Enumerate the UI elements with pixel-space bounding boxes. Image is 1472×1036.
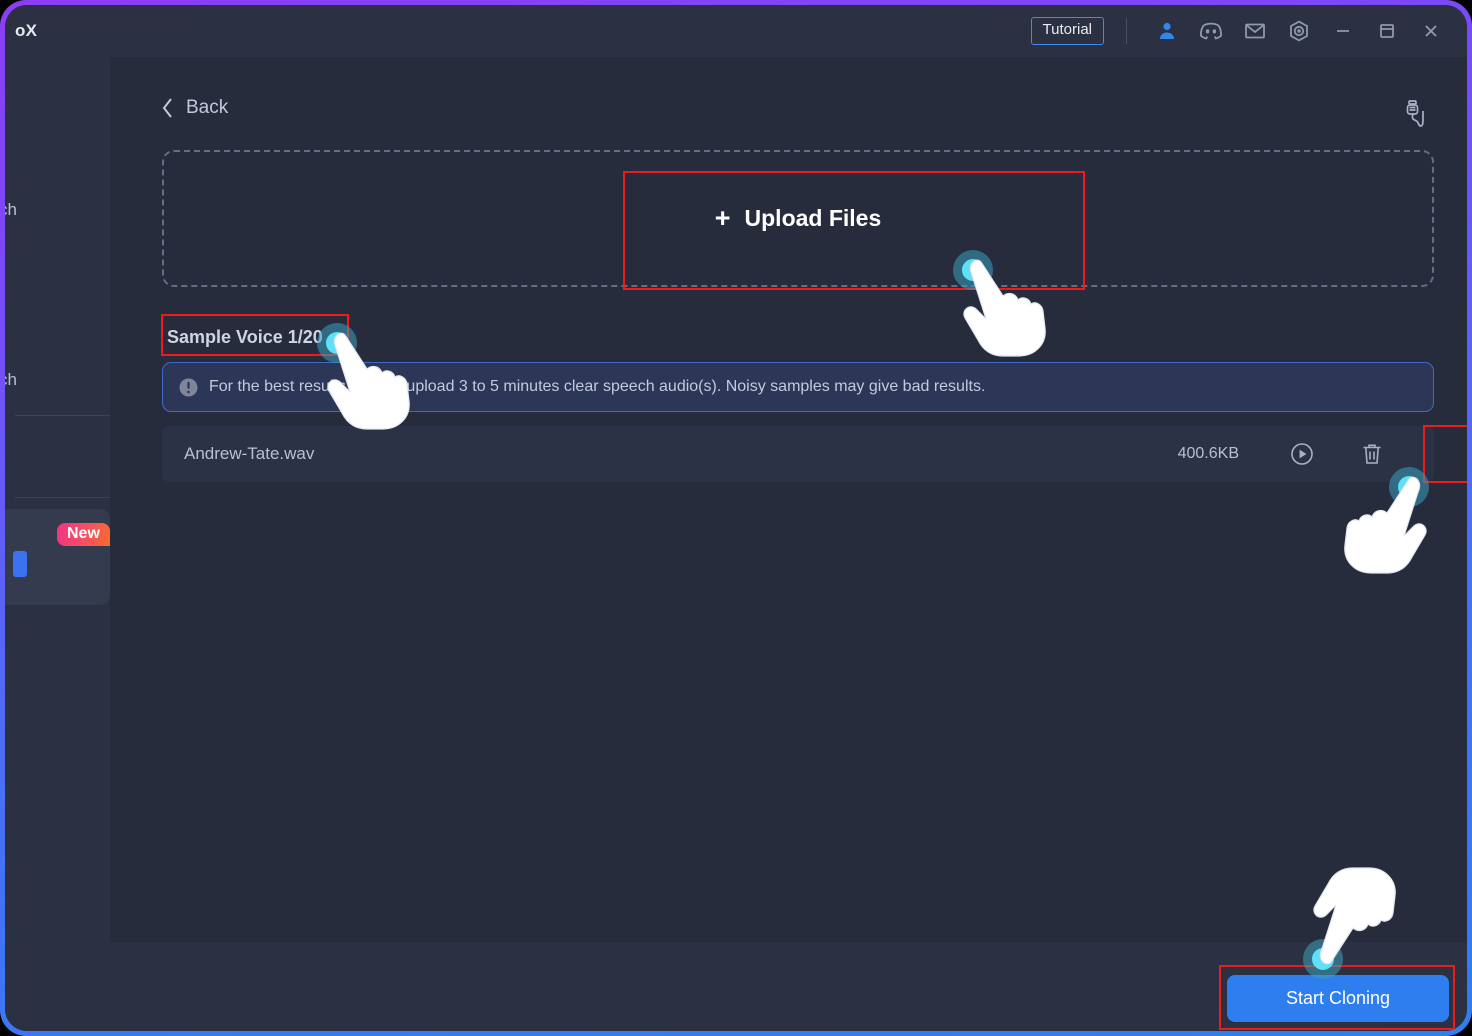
minimize-button[interactable] [1321, 13, 1365, 49]
footer-bar: Start Cloning [110, 942, 1467, 1031]
sample-voice-highlight [161, 314, 349, 356]
mail-icon[interactable] [1233, 13, 1277, 49]
sidebar-active-indicator [13, 551, 27, 577]
trash-icon[interactable] [1358, 440, 1386, 468]
back-button-label: Back [186, 97, 229, 118]
main-content: Back + Upload Files Sample Voice 1/20 Fo… [110, 57, 1467, 1031]
file-row[interactable]: Andrew-Tate.wav 400.6KB [162, 426, 1434, 482]
discord-icon[interactable] [1189, 13, 1233, 49]
play-circle-icon[interactable] [1288, 440, 1316, 468]
back-button[interactable]: Back [161, 97, 228, 119]
sidebar-item-1-label[interactable]: ch [5, 200, 17, 220]
file-size: 400.6KB [1177, 445, 1239, 462]
app-window-frame: oX Tutorial h h New Back + Upload Files … [0, 0, 1472, 1036]
sidebar-divider-1 [15, 415, 110, 416]
microphone-plug-icon[interactable] [1396, 93, 1436, 133]
maximize-button[interactable] [1365, 13, 1409, 49]
sidebar-divider-2 [15, 497, 110, 498]
plus-icon: + [714, 203, 731, 233]
start-cloning-button[interactable]: Start Cloning [1227, 975, 1449, 1022]
new-badge: New [57, 523, 110, 546]
chevron-left-icon [162, 98, 172, 118]
sidebar-item-2-label[interactable]: ch [5, 370, 17, 390]
titlebar-divider [1126, 18, 1127, 44]
app-title: oX [15, 21, 38, 40]
title-bar: oX Tutorial [5, 5, 1467, 57]
file-name: Andrew-Tate.wav [184, 444, 315, 463]
upload-files-button[interactable]: + Upload Files [162, 150, 1434, 287]
tip-text: For the best results, please upload 3 to… [209, 378, 986, 395]
sidebar: ch ch New [5, 57, 110, 1031]
tip-banner: For the best results, please upload 3 to… [162, 362, 1434, 412]
settings-icon[interactable] [1277, 13, 1321, 49]
user-account-icon[interactable] [1145, 13, 1189, 49]
exclamation-circle-icon [179, 378, 198, 396]
title-bar-actions: Tutorial [1030, 5, 1453, 57]
close-button[interactable] [1409, 13, 1453, 49]
tutorial-button[interactable]: Tutorial [1030, 17, 1104, 45]
app-window: oX Tutorial h h New Back + Upload Files … [5, 5, 1467, 1031]
upload-files-label: Upload Files [744, 205, 882, 231]
